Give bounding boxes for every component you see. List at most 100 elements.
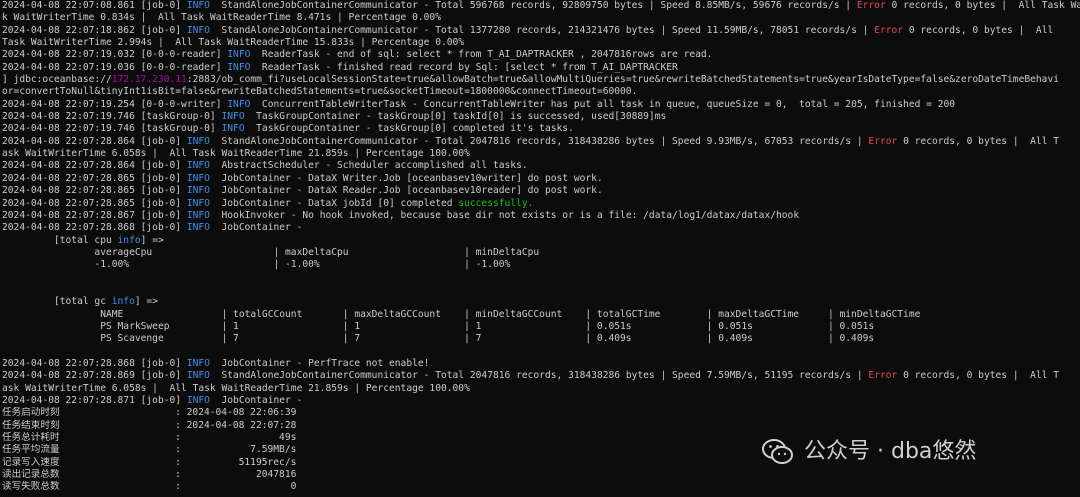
log-line: ask WaitWriterTime 6.058s | All Task Wai…: [2, 383, 1080, 395]
log-segment: JobContainer - DataX Writer.Job [oceanba…: [209, 172, 603, 184]
log-line: 2024-04-08 22:07:28.869 [job-0] INFO Sta…: [2, 370, 1080, 382]
log-segment: successfully.: [458, 197, 534, 209]
log-segment: INFO: [186, 24, 210, 36]
log-segment: 任务启动时刻 : 2024-04-08 22:06:39: [2, 407, 297, 419]
log-segment: AbstractScheduler - Scheduler accomplish…: [209, 160, 528, 172]
log-segment: INFO: [186, 357, 210, 369]
log-line: 2024-04-08 22:07:19.746 [taskGroup-0] IN…: [2, 123, 1080, 135]
log-segment: INFO: [186, 197, 210, 209]
log-segment: -1.00% | -1.00% | -1.00%: [2, 259, 511, 271]
log-segment: 读写失败总数 : 0: [2, 481, 297, 493]
log-line: ask WaitWriterTime 6.058s | All Task Wai…: [2, 148, 1080, 160]
log-line: [total gc info] =>: [2, 296, 1080, 308]
log-segment: JobContainer -: [209, 395, 303, 406]
log-line: 2024-04-08 22:07:28.864 [job-0] INFO Sta…: [2, 136, 1080, 148]
log-segment: 2024-04-08 22:07:08.861 [job-0]: [2, 0, 187, 11]
log-segment: 读出记录总数 : 2047816: [2, 469, 297, 481]
wechat-icon: [762, 439, 793, 464]
log-segment: 2024-04-08 22:07:28.864 [job-0]: [2, 160, 187, 172]
log-line: PS MarkSweep | 1 | 1 | 1 | 0.051s | 0.05…: [2, 321, 1080, 333]
log-segment: 2024-04-08 22:07:28.865 [job-0]: [2, 172, 187, 184]
log-segment: JobContainer - DataX Reader.Job [oceanba…: [209, 185, 603, 197]
log-segment: 2024-04-08 22:07:28.868 [job-0]: [2, 222, 187, 234]
log-segment: 2024-04-08 22:07:28.864 [job-0]: [2, 135, 187, 147]
log-segment: INFO: [221, 123, 245, 135]
terminal-output: 2024-04-08 22:07:08.861 [job-0] INFO Sta…: [2, 0, 1080, 494]
watermark: 公众号 · dba悠然: [760, 432, 1060, 472]
log-segment: INFO: [186, 135, 210, 147]
log-segment: TaskGroupContainer - taskGroup[0] taskId…: [244, 111, 667, 123]
log-line: k WaitWriterTime 0.834s | All Task WaitR…: [2, 12, 1080, 24]
log-segment: INFO: [227, 98, 251, 110]
log-segment: JobContainer - PerfTrace not enable!: [209, 357, 430, 369]
log-segment: Error: [868, 135, 898, 147]
log-segment: JobContainer -: [209, 222, 303, 234]
log-segment: HookInvoker - No hook invoked, because b…: [209, 209, 800, 221]
log-segment: INFO: [186, 185, 210, 197]
log-line: 2024-04-08 22:07:28.868 [job-0] INFO Job…: [2, 358, 1080, 370]
log-segment: 2024-04-08 22:07:28.865 [job-0]: [2, 197, 187, 209]
log-segment: PS MarkSweep | 1 | 1 | 1 | 0.051s | 0.05…: [2, 320, 875, 332]
log-line: NAME | totalGCCount | maxDeltaGCCount | …: [2, 309, 1080, 321]
log-line: Task WaitWriterTime 2.994s | All Task Wa…: [2, 37, 1080, 49]
log-line: 2024-04-08 22:07:28.871 [job-0] INFO Job…: [2, 395, 1080, 407]
log-segment: 172.17.230.11: [111, 74, 187, 86]
log-line: PS Scavenge | 7 | 7 | 7 | 0.409s | 0.409…: [2, 333, 1080, 345]
log-line: 2024-04-08 22:07:28.865 [job-0] INFO Job…: [2, 198, 1080, 210]
log-segment: INFO: [186, 160, 210, 172]
log-segment: Error: [874, 24, 904, 36]
log-segment: ReaderTask - end of sql: select * from T…: [250, 49, 713, 61]
log-segment: ReaderTask - finished read record by Sql…: [250, 61, 678, 73]
log-segment: INFO: [186, 222, 210, 234]
log-line: or=convertToNull&tinyInt1isBit=false&rew…: [2, 86, 1080, 98]
log-segment: :2883/ob_comm_fi?useLocalSessionState=tr…: [186, 74, 1060, 86]
log-segment: ] =>: [140, 234, 164, 246]
log-segment: ConcurrentTableWriterTask - ConcurrentTa…: [250, 98, 956, 110]
log-line: 2024-04-08 22:07:19.254 [0-0-0-writer] I…: [2, 99, 1080, 111]
log-segment: 2024-04-08 22:07:19.032 [0-0-0-reader]: [2, 49, 228, 61]
log-segment: 2024-04-08 22:07:28.868 [job-0]: [2, 357, 187, 369]
log-segment: 2024-04-08 22:07:18.862 [job-0]: [2, 24, 187, 36]
log-segment: StandAloneJobContainerCommunicator - Tot…: [209, 24, 875, 36]
log-segment: [total gc: [2, 296, 112, 308]
log-segment: 0 records, 0 bytes | All T: [897, 370, 1060, 382]
log-segment: 2024-04-08 22:07:28.865 [job-0]: [2, 185, 187, 197]
log-line: 2024-04-08 22:07:28.864 [job-0] INFO Abs…: [2, 160, 1080, 172]
log-segment: PS Scavenge | 7 | 7 | 7 | 0.409s | 0.409…: [2, 333, 875, 345]
log-line: 读写失败总数 : 0: [2, 481, 1080, 493]
log-segment: NAME | totalGCCount | maxDeltaGCCount | …: [2, 308, 921, 320]
log-line: [total cpu info] =>: [2, 235, 1080, 247]
log-segment: INFO: [186, 172, 210, 184]
log-line: 2024-04-08 22:07:18.862 [job-0] INFO Sta…: [2, 25, 1080, 37]
log-segment: 2024-04-08 22:07:19.036 [0-0-0-reader]: [2, 61, 228, 73]
log-segment: INFO: [186, 370, 210, 382]
log-segment: ask WaitWriterTime 6.058s | All Task Wai…: [2, 382, 470, 394]
log-segment: 0 records, 0 bytes | All T: [897, 135, 1060, 147]
log-segment: INFO: [221, 111, 245, 123]
log-line: 2024-04-08 22:07:19.032 [0-0-0-reader] I…: [2, 49, 1080, 61]
log-segment: info: [111, 296, 135, 308]
log-segment: StandAloneJobContainerCommunicator - Tot…: [209, 135, 869, 147]
log-segment: k WaitWriterTime 0.834s | All Task WaitR…: [2, 12, 441, 24]
log-segment: 任务平均流量 : 7.59MB/s: [2, 444, 297, 456]
log-segment: 2024-04-08 22:07:28.871 [job-0]: [2, 395, 187, 406]
log-segment: ] jdbc:oceanbase://: [2, 74, 112, 86]
log-segment: TaskGroupContainer - taskGroup[0] comple…: [244, 123, 574, 135]
log-line: 2024-04-08 22:07:28.865 [job-0] INFO Job…: [2, 173, 1080, 185]
log-segment: 记录写入速度 : 51195rec/s: [2, 456, 297, 468]
log-segment: Task WaitWriterTime 2.994s | All Task Wa…: [2, 37, 465, 49]
log-segment: ask WaitWriterTime 6.058s | All Task Wai…: [2, 148, 470, 160]
log-segment: 2024-04-08 22:07:19.746 [taskGroup-0]: [2, 123, 222, 135]
log-line: averageCpu | maxDeltaCpu | minDeltaCpu: [2, 247, 1080, 259]
log-segment: 0 records, 0 bytes | All Task WaitWriter…: [891, 0, 1080, 11]
log-line: 2024-04-08 22:07:08.861 [job-0] INFO Sta…: [2, 0, 1080, 12]
log-segment: INFO: [227, 49, 251, 61]
log-segment: 任务总计耗时 : 49s: [2, 432, 297, 444]
log-segment: JobContainer - DataX jobId [0] completed: [209, 197, 459, 209]
log-segment: 0 records, 0 bytes | All: [903, 24, 1054, 36]
log-segment: INFO: [186, 395, 210, 406]
log-segment: 2024-04-08 22:07:19.254 [0-0-0-writer]: [2, 98, 228, 110]
